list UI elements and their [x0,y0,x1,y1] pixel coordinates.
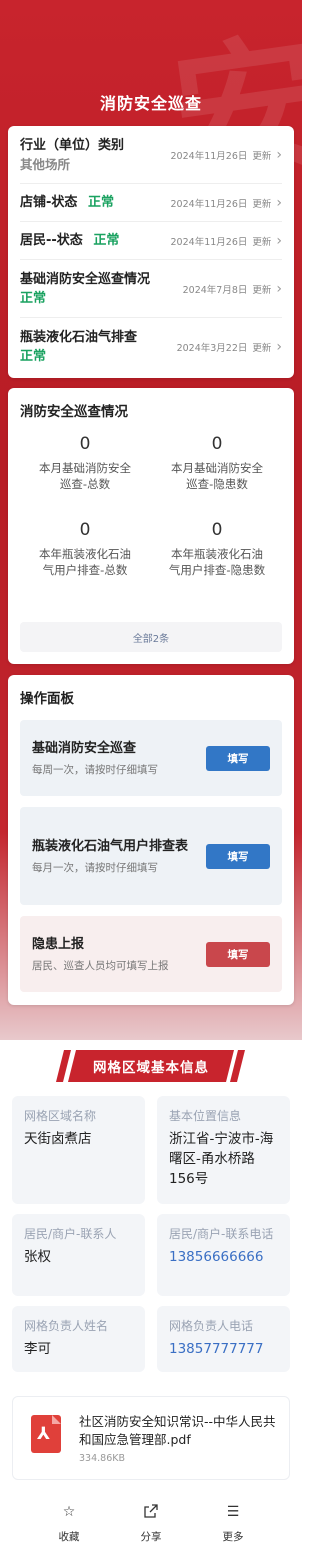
fill-button[interactable]: 填写 [206,843,270,869]
info-contact-name: 居民/商户-联系人 张权 [12,1214,145,1296]
stat-value: 0 [79,520,91,540]
info-key: 网格负责人姓名 [24,1319,109,1333]
patrol-stats-card: 消防安全巡查情况 0 本月基础消防安全巡查-总数 0 本月基础消防安全巡查-隐患… [8,388,294,664]
favorite-button[interactable]: ☆ 收藏 [47,1504,91,1568]
stat-label: 本年瓶装液化石油气用户排查-隐患数 [168,547,266,577]
op-title: 瓶装液化石油气用户排查表 [32,839,189,854]
info-key: 基本位置信息 [169,1109,242,1123]
info-value: 浙江省-宁波市-海曙区-甬水桥路156号 [169,1131,274,1187]
stat-label: 本月基础消防安全巡查-隐患数 [171,461,263,491]
share-button[interactable]: 分享 [129,1504,173,1568]
view-all-button[interactable]: 全部2条 [20,622,282,652]
menu-icon: ☰ [226,1504,240,1520]
stat-item: 0 本年瓶装液化石油气用户排查-隐患数 [152,520,282,578]
status-date: 2024年3月22日 [176,343,248,354]
chevron-right-icon: › [276,146,282,163]
info-key: 网格区域名称 [24,1109,97,1123]
star-icon: ☆ [62,1504,76,1520]
info-location: 基本位置信息 浙江省-宁波市-海曙区-甬水桥路156号 [157,1096,290,1204]
more-button[interactable]: ☰ 更多 [211,1504,255,1568]
status-date: 2024年11月26日 [170,236,248,248]
status-date: 2024年11月26日 [170,150,248,162]
fill-button[interactable]: 填写 [206,745,270,771]
stat-item: 0 本月基础消防安全巡查-隐患数 [152,434,282,492]
status-label: 行业（单位）类别 [20,137,125,153]
info-phone-link[interactable]: 13857777777 [169,1339,278,1359]
status-update-label: 更新 [252,150,272,162]
stats-grid: 0 本月基础消防安全巡查-总数 0 本月基础消防安全巡查-隐患数 0 本年瓶装液… [20,434,282,624]
status-badge: 正常 [93,233,120,248]
status-label: 瓶装液化石油气排查 [20,330,138,345]
op-description: 每月一次，请按时仔细填写 [32,862,158,874]
attachment-card[interactable]: ⅄ 社区消防安全知识常识--中华人民共和国应急管理部.pdf 334.86KB [12,1396,290,1480]
stat-label: 本年瓶装液化石油气用户排查-总数 [39,547,131,577]
status-list-card: 行业（单位）类别 其他场所 2024年11月26日 更新 › 店铺-状态 正常 … [8,126,294,378]
chevron-right-icon: › [276,280,282,297]
info-manager-phone: 网格负责人电话 13857777777 [157,1306,290,1372]
bar-label: 收藏 [58,1531,80,1543]
op-hazard-report: 隐患上报 居民、巡查人员均可填写上报 填写 [20,916,282,992]
op-title: 隐患上报 [32,937,85,952]
fill-button[interactable]: 填写 [206,941,270,967]
op-basic-patrol: 基础消防安全巡查 每周一次，请按时仔细填写 填写 [20,720,282,796]
stat-value: 0 [211,520,223,540]
status-badge: 正常 [87,195,114,210]
hero-background: 安 消防安全巡查 行业（单位）类别 其他场所 2024年11月26日 更新 › … [0,0,302,1040]
chevron-right-icon: › [276,232,282,249]
attachment-size: 334.86KB [79,1453,125,1464]
section-title: 消防安全巡查情况 [20,404,128,420]
status-date: 2024年7月8日 [182,284,248,296]
status-update-label: 更新 [252,343,272,354]
info-key: 居民/商户-联系人 [24,1227,117,1241]
info-key: 居民/商户-联系电话 [169,1227,274,1241]
chevron-right-icon: › [276,194,282,211]
pdf-file-icon: ⅄ [31,1415,61,1453]
operations-card: 操作面板 基础消防安全巡查 每周一次，请按时仔细填写 填写 瓶装液化石油气用户排… [8,675,294,1005]
info-grid-name: 网格区域名称 天街卤煮店 [12,1096,145,1204]
status-badge: 正常 [20,290,47,306]
op-description: 居民、巡查人员均可填写上报 [32,960,169,972]
status-badge: 正常 [20,349,47,364]
info-manager-name: 网格负责人姓名 李可 [12,1306,145,1372]
status-label: 基础消防安全巡查情况 [20,271,151,287]
info-key: 网格负责人电话 [169,1319,254,1333]
status-row-lpg-check[interactable]: 瓶装液化石油气排查 正常 2024年3月22日 更新 › [20,318,282,376]
attachment-name: 社区消防安全知识常识--中华人民共和国应急管理部.pdf [79,1414,276,1447]
stat-item: 0 本年瓶装液化石油气用户排查-总数 [20,520,150,578]
bottom-action-bar: ☆ 收藏 分享 ☰ 更多 [0,1500,302,1568]
status-update-label: 更新 [252,284,272,296]
grid-info-title: 网格区域基本信息 [93,1060,209,1076]
op-title: 基础消防安全巡查 [32,741,137,756]
status-update-label: 更新 [252,236,272,248]
status-row-basic-patrol[interactable]: 基础消防安全巡查情况 正常 2024年7月8日 更新 › [20,260,282,318]
grid-info-banner: 网格区域基本信息 [0,1050,302,1084]
status-update-label: 更新 [252,198,272,210]
status-date: 2024年11月26日 [170,198,248,210]
status-sub-value: 其他场所 [20,156,71,172]
op-description: 每周一次，请按时仔细填写 [32,764,158,776]
bar-label: 分享 [140,1531,162,1543]
info-phone-link[interactable]: 13856666666 [169,1247,278,1267]
stat-item: 0 本月基础消防安全巡查-总数 [20,434,150,492]
status-row-category[interactable]: 行业（单位）类别 其他场所 2024年11月26日 更新 › [20,126,282,184]
page-title: 消防安全巡查 [99,94,202,113]
stat-value: 0 [79,434,91,454]
status-label: 居民--状态 [20,233,83,248]
stat-label: 本月基础消防安全巡查-总数 [39,461,131,491]
status-label: 店铺-状态 [20,195,78,210]
status-row-resident[interactable]: 居民--状态 正常 2024年11月26日 更新 › [20,222,282,260]
share-icon [129,1504,173,1524]
info-value: 天街卤煮店 [24,1131,92,1147]
stat-value: 0 [211,434,223,454]
op-lpg-check: 瓶装液化石油气用户排查表 每月一次，请按时仔细填写 填写 [20,807,282,905]
info-value: 张权 [24,1249,51,1265]
bar-label: 更多 [222,1531,244,1543]
info-value: 李可 [24,1341,51,1357]
section-title: 操作面板 [20,691,74,707]
status-row-shop[interactable]: 店铺-状态 正常 2024年11月26日 更新 › [20,184,282,222]
info-contact-phone: 居民/商户-联系电话 13856666666 [157,1214,290,1296]
chevron-right-icon: › [276,339,282,355]
